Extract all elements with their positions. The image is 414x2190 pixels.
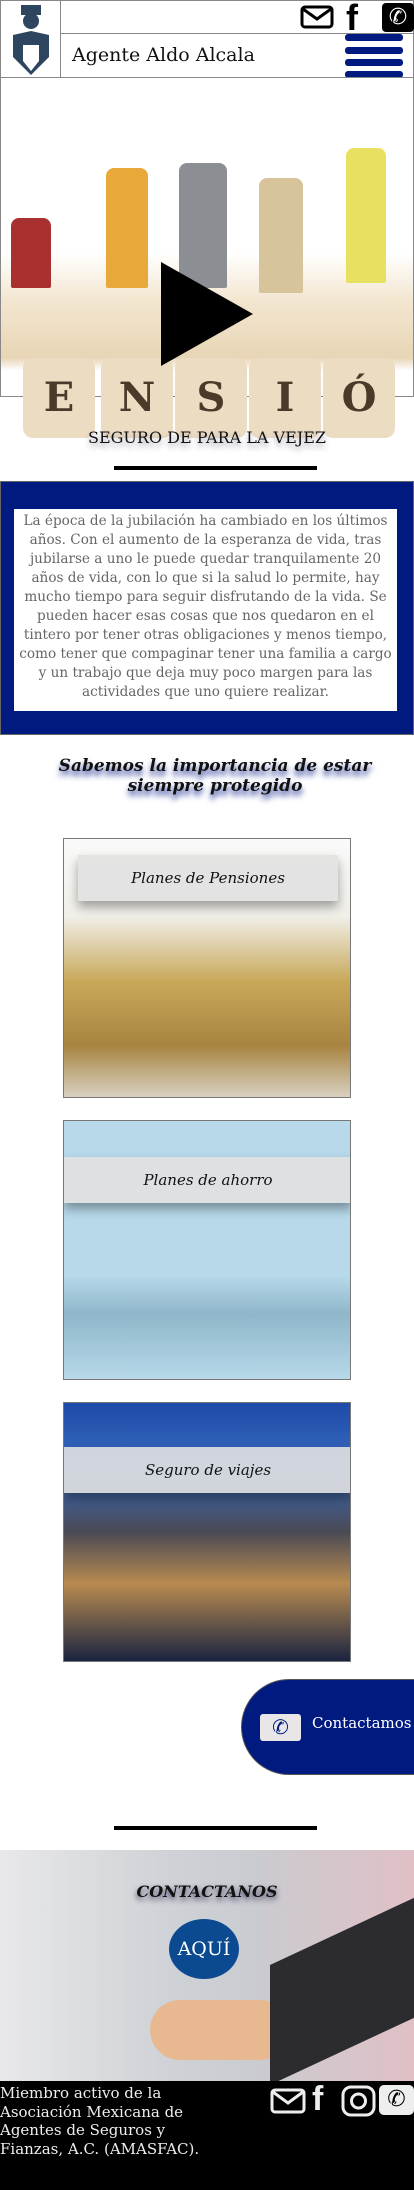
card-pension-plans[interactable]: Planes de Pensiones bbox=[63, 838, 351, 1098]
footer: Miembro activo de la Asociación Mexicana… bbox=[0, 2081, 414, 2190]
aqui-button[interactable]: AQUÍ bbox=[169, 1919, 239, 1979]
contact-section: CONTACTANOS AQUÍ bbox=[0, 1850, 414, 2081]
card-travel-insurance[interactable]: Seguro de viajes bbox=[63, 1402, 351, 1662]
handshake-image bbox=[150, 2000, 290, 2060]
section-title: SEGURO DE PARA LA VEJEZ bbox=[88, 428, 326, 447]
letter-block: I bbox=[249, 358, 321, 438]
top-bar: f ✆ bbox=[60, 0, 414, 38]
instagram-icon[interactable] bbox=[341, 2085, 376, 2117]
subtitle: Sabemos la importancia de estar siempre … bbox=[58, 756, 372, 796]
mail-icon[interactable] bbox=[270, 2088, 306, 2114]
phone-icon[interactable]: ✆ bbox=[379, 2085, 414, 2115]
info-text: La época de la jubilación ha cambiado en… bbox=[14, 509, 397, 711]
contact-title: CONTACTANOS bbox=[136, 1882, 278, 1901]
letter-block: E bbox=[23, 358, 95, 438]
letter-block: N bbox=[101, 358, 173, 438]
phone-icon: ✆ bbox=[260, 1714, 301, 1741]
card-label: Planes de Pensiones bbox=[78, 855, 338, 901]
card-label: Seguro de viajes bbox=[64, 1447, 350, 1493]
letter-block: S bbox=[175, 358, 247, 438]
play-icon[interactable] bbox=[161, 262, 253, 366]
card-savings-plans[interactable]: Planes de ahorro bbox=[63, 1120, 351, 1380]
info-box: La época de la jubilación ha cambiado en… bbox=[0, 481, 414, 735]
menu-icon[interactable] bbox=[333, 34, 413, 78]
divider bbox=[114, 1826, 317, 1830]
agent-icon bbox=[13, 5, 49, 75]
agent-name: Agente Aldo Alcala bbox=[72, 44, 255, 66]
card-label: Planes de ahorro bbox=[64, 1157, 350, 1203]
contact-button-label: Contactamos bbox=[312, 1714, 412, 1732]
mail-icon[interactable] bbox=[300, 5, 334, 29]
footer-text: Miembro activo de la Asociación Mexicana… bbox=[0, 2084, 200, 2158]
letter-block: Ó bbox=[323, 358, 395, 438]
facebook-icon[interactable]: f bbox=[312, 2082, 323, 2116]
hero-video[interactable]: E N S I Ó bbox=[0, 77, 414, 438]
contact-button[interactable]: ✆ Contactamos bbox=[241, 1679, 414, 1775]
divider bbox=[114, 466, 317, 470]
agent-logo[interactable] bbox=[0, 0, 61, 78]
suit-sleeve bbox=[270, 1895, 414, 2081]
name-bar: Agente Aldo Alcala bbox=[60, 33, 414, 78]
phone-icon[interactable]: ✆ bbox=[382, 3, 414, 32]
